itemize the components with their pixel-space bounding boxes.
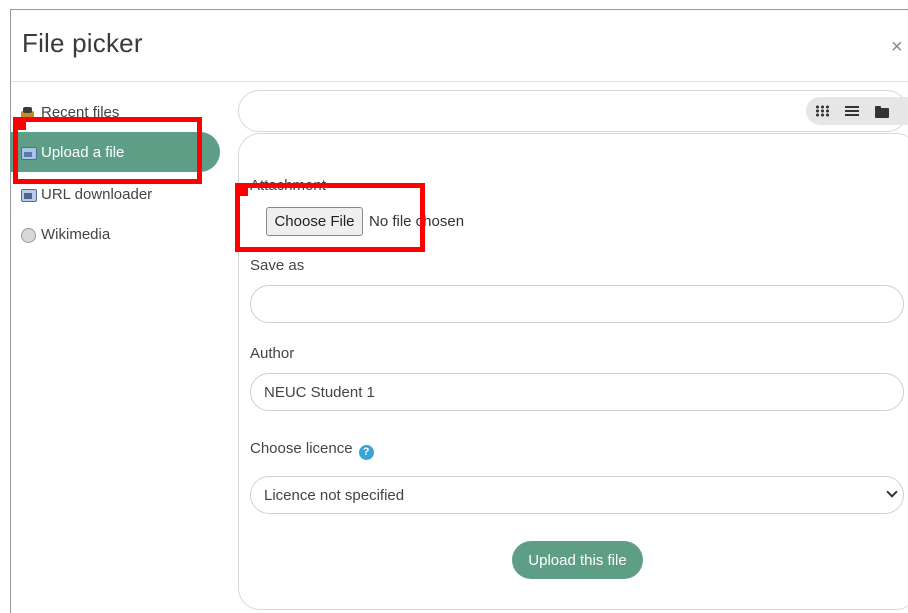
dialog-title: File picker [22,28,143,58]
tree-view-icon[interactable] [875,105,889,118]
view-switcher [806,97,908,125]
list-view-icon[interactable] [845,105,859,117]
wikimedia-icon [20,227,36,243]
highlight-box-upload [13,117,202,184]
top-strip [0,0,908,9]
chevron-down-icon [885,487,897,499]
sidebar-item-wikimedia[interactable]: Wikimedia [10,214,220,254]
save-as-label: Save as [250,257,305,274]
sidebar-item-label: URL downloader [41,185,153,203]
url-downloader-icon [20,187,37,202]
licence-label: Choose licence [250,440,353,457]
licence-label-row: Choose licence? [250,440,374,460]
licence-select[interactable]: Licence not specified [250,476,904,514]
licence-selected-value: Licence not specified [264,486,405,504]
author-input[interactable]: NEUC Student 1 [250,373,904,411]
highlight-box-choose-file [235,183,425,252]
help-icon[interactable]: ? [358,445,374,460]
sidebar-item-label: Wikimedia [41,225,111,243]
author-label: Author [250,345,295,362]
icons-view-icon[interactable] [815,105,829,117]
save-as-input[interactable] [250,285,904,323]
header-divider [11,81,908,82]
upload-this-file-button[interactable]: Upload this file [512,541,643,579]
close-icon[interactable]: × [891,37,903,57]
